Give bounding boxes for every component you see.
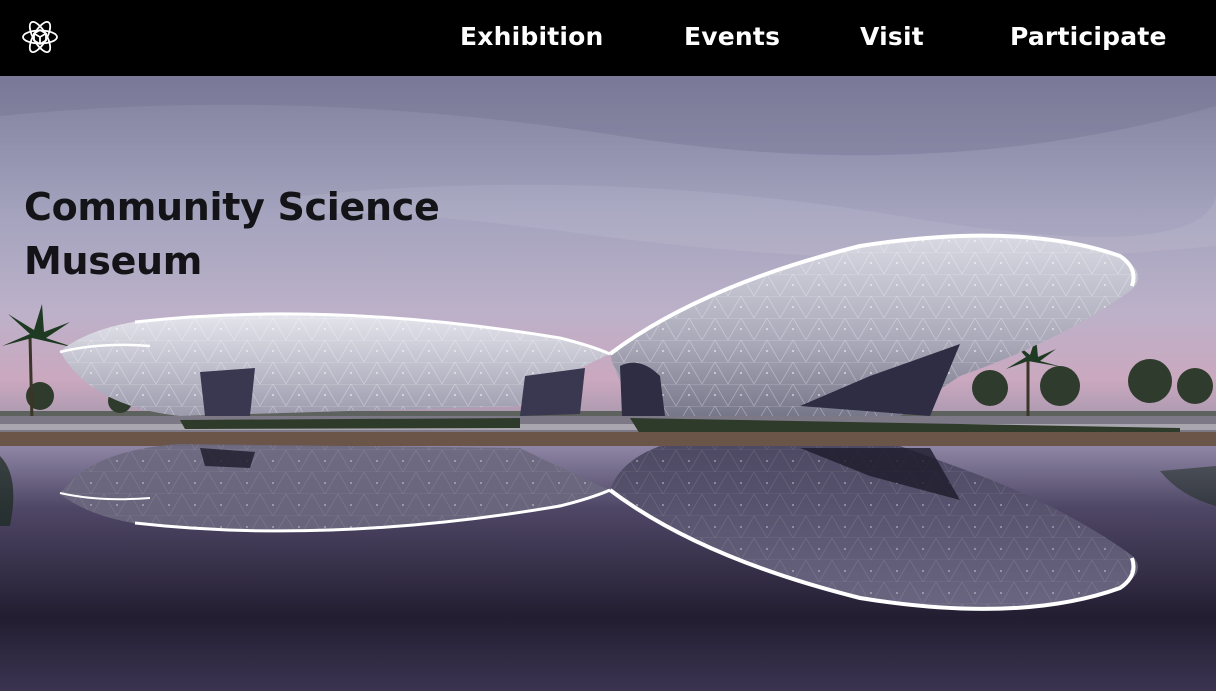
nav-link-participate[interactable]: Participate [1010,18,1167,58]
page-title-line-1: Community Science [24,185,440,229]
nav-link-events[interactable]: Events [684,18,780,58]
nav-link-exhibition[interactable]: Exhibition [460,18,604,58]
atom-cube-icon[interactable] [21,17,59,57]
nav-link-visit[interactable]: Visit [860,18,924,58]
page-title-line-2: Museum [24,239,203,283]
hero-section: Community Science Museum [0,76,1216,691]
hero-museum-image [0,76,1216,691]
page-title: Community Science Museum [24,180,464,288]
top-navigation-bar: Exhibition Events Visit Participate [0,0,1216,76]
